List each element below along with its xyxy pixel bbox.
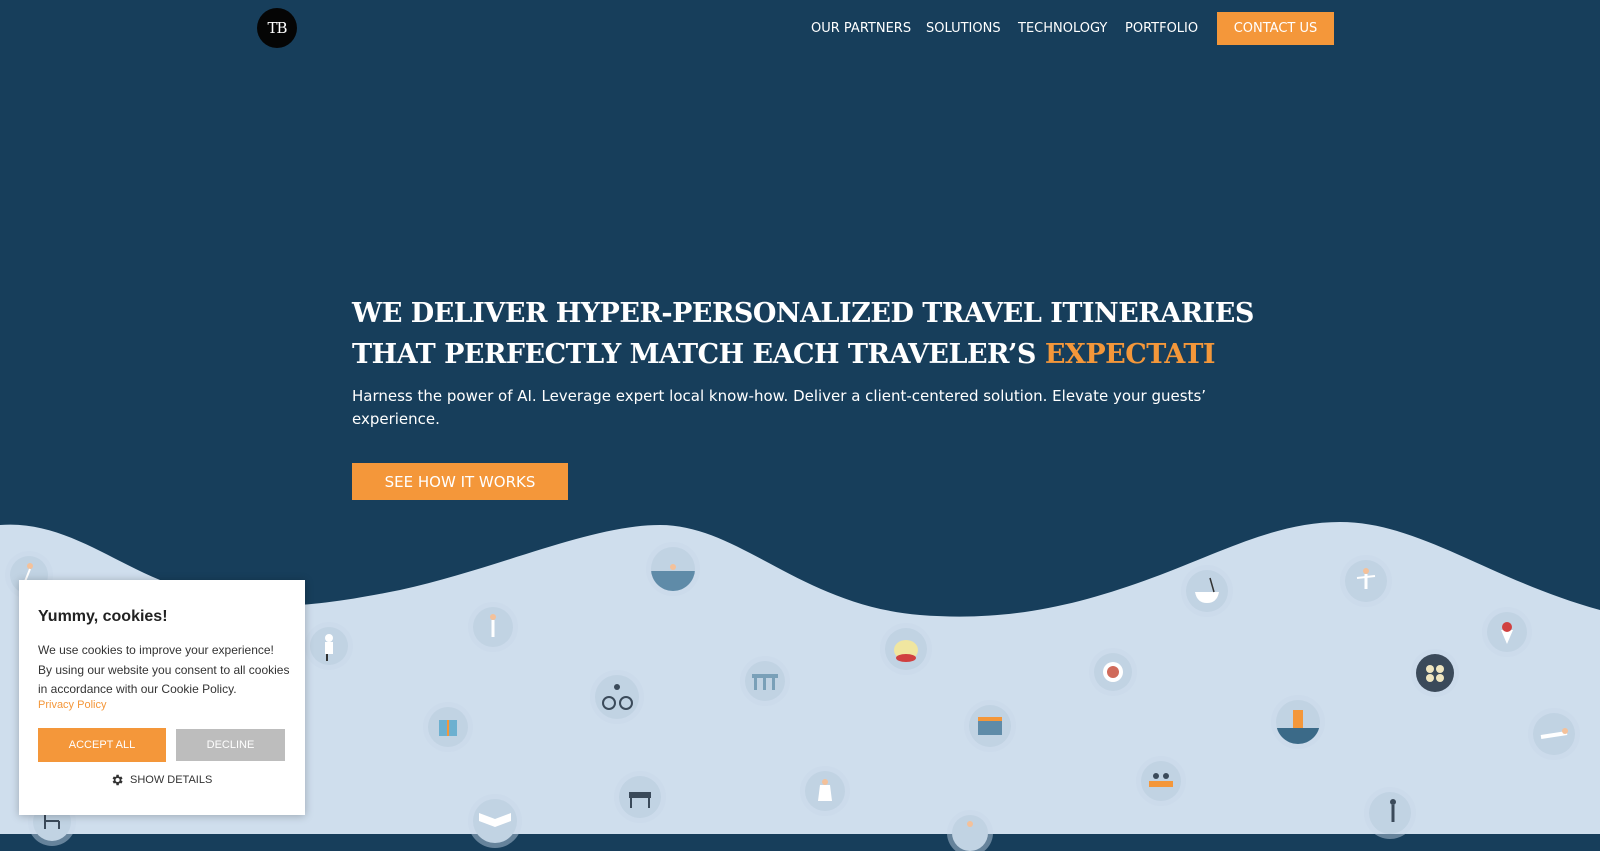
hero-headline: WE DELIVER HYPER-PERSONALIZED TRAVEL ITI…: [352, 293, 1254, 375]
chef-icon: [310, 627, 348, 665]
picnic-icon: [1141, 761, 1181, 801]
cookie-consent-dialog: Yummy, cookies! We use cookies to improv…: [19, 580, 305, 815]
tourist-icon: [805, 771, 845, 811]
runner-icon: [952, 815, 988, 851]
museum-icon: [969, 705, 1011, 747]
headline-accent: EXPECTATI: [1044, 339, 1216, 370]
show-details-label: SHOW DETAILS: [130, 774, 213, 786]
ice-cream-icon: [1487, 612, 1527, 652]
accept-all-button[interactable]: ACCEPT ALL: [38, 728, 166, 762]
swimmer-icon: [651, 547, 695, 591]
cyclist-icon: [595, 675, 639, 719]
headline-line-2: THAT PERFECTLY MATCH EACH TRAVELER’S: [352, 339, 1036, 370]
yoga-icon: [473, 607, 513, 647]
cookie-title: Yummy, cookies!: [38, 608, 168, 625]
gear-icon: [112, 774, 123, 786]
decline-button[interactable]: DECLINE: [176, 729, 285, 761]
hero-subtitle: Harness the power of AI. Leverage expert…: [352, 387, 1207, 428]
food-bowl-icon: [1094, 653, 1132, 691]
main-nav: OUR PARTNERS SOLUTIONS TECHNOLOGY PORTFO…: [0, 12, 1600, 46]
nav-portfolio[interactable]: PORTFOLIO: [1125, 21, 1198, 36]
piano-icon: [619, 776, 661, 818]
nav-solutions[interactable]: SOLUTIONS: [926, 21, 1001, 36]
noodles-icon: [1186, 570, 1228, 612]
bridge-icon: [745, 661, 785, 701]
cocktail-icon: [1276, 700, 1320, 744]
dancer-icon: [1345, 560, 1387, 602]
privacy-policy-link[interactable]: Privacy Policy: [38, 699, 106, 711]
sunbather-icon: [1533, 713, 1575, 755]
nav-our-partners[interactable]: OUR PARTNERS: [811, 21, 911, 36]
show-details-toggle[interactable]: SHOW DETAILS: [110, 773, 212, 787]
cookie-message: We use cookies to improve your experienc…: [38, 643, 290, 696]
see-how-it-works-button[interactable]: SEE HOW IT WORKS: [352, 463, 568, 500]
drink-icon: [885, 628, 927, 670]
book-icon: [473, 799, 517, 843]
headline-line-1: WE DELIVER HYPER-PERSONALIZED TRAVEL ITI…: [352, 298, 1254, 329]
nav-technology[interactable]: TECHNOLOGY: [1018, 21, 1107, 36]
musician-icon: [1369, 792, 1411, 834]
gift-icon: [428, 707, 468, 747]
sushi-icon: [1416, 654, 1454, 692]
contact-us-button[interactable]: CONTACT US: [1217, 12, 1334, 45]
